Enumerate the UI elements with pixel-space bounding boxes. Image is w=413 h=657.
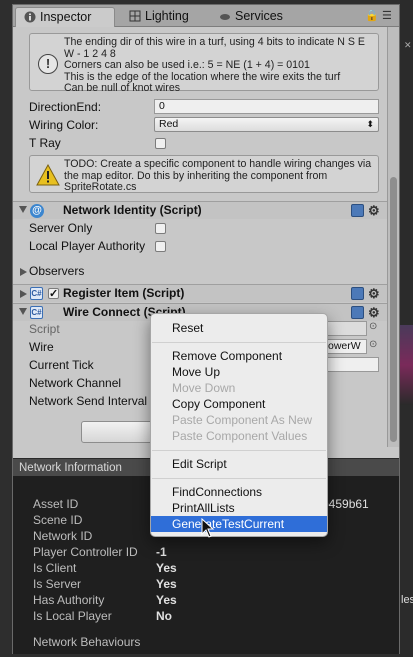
tab-services[interactable]: Services [211, 7, 291, 27]
menu-item-reset[interactable]: Reset [151, 320, 327, 336]
network-identity-header[interactable]: @ Network Identity (Script) ⚙ [13, 201, 387, 219]
help-book-icon[interactable] [351, 287, 364, 300]
list-icon[interactable]: ☰ [382, 9, 392, 22]
todo-text: TODO: Create a specific component to han… [64, 158, 372, 194]
menu-item-find-connections[interactable]: FindConnections [151, 484, 327, 500]
object-picker-icon[interactable]: ⊙ [369, 321, 377, 332]
foldout-arrow-icon[interactable] [20, 290, 27, 298]
tab-label: Services [235, 9, 283, 23]
tray-checkbox[interactable] [155, 138, 166, 149]
network-channel-label: Network Channel [29, 376, 122, 390]
grid-icon [129, 10, 141, 22]
script-field [323, 321, 367, 336]
menu-item-paste-as-new: Paste Component As New [172, 413, 313, 427]
menu-item-move-down: Move Down [172, 381, 236, 395]
foldout-arrow-icon[interactable] [19, 206, 27, 213]
script-icon: C# [30, 287, 43, 300]
menu-item-remove-component[interactable]: Remove Component [151, 348, 327, 364]
script-icon: C# [30, 306, 43, 319]
is-client-value: Yes [156, 561, 177, 575]
menu-item-generate-test-current[interactable]: GenerateTestCurrent [151, 516, 327, 532]
network-identity-icon: @ [30, 204, 44, 218]
is-local-player-label: Is Local Player [33, 609, 112, 623]
component-title: Network Identity (Script) [63, 203, 202, 217]
menu-separator [152, 478, 326, 479]
server-only-label: Server Only [29, 221, 93, 235]
player-controller-id-value: -1 [156, 545, 167, 559]
is-client-label: Is Client [33, 561, 77, 575]
player-controller-id-label: Player Controller ID [33, 545, 138, 559]
is-local-player-value: No [156, 609, 172, 623]
help-box: ! The ending dir of this wire in a turf,… [29, 33, 379, 94]
menu-item-edit-script[interactable]: Edit Script [151, 456, 327, 472]
direction-end-label: DirectionEnd: [29, 100, 102, 114]
tab-bar: Inspector Lighting Services 🔒 ☰ [13, 5, 399, 27]
has-authority-value: Yes [156, 593, 177, 607]
local-player-authority-checkbox[interactable] [155, 241, 166, 252]
has-authority-label: Has Authority [33, 593, 105, 607]
register-item-header[interactable]: C# Register Item (Script) ⚙ [13, 284, 387, 303]
help-book-icon[interactable] [351, 204, 364, 217]
gear-icon[interactable]: ⚙ [368, 304, 380, 321]
mouse-cursor-icon [201, 518, 215, 538]
vertical-scrollbar[interactable] [387, 27, 399, 447]
is-server-value: Yes [156, 577, 177, 591]
wiring-color-value: Red [159, 118, 179, 130]
network-send-interval-label: Network Send Interval [29, 394, 148, 408]
tab-lighting[interactable]: Lighting [121, 7, 213, 27]
wiring-color-dropdown[interactable]: Red ⬍ [154, 117, 379, 132]
help-book-icon[interactable] [351, 306, 364, 319]
info-circle-icon [24, 11, 36, 23]
foldout-arrow-icon[interactable] [19, 308, 27, 315]
tray-label: T Ray [29, 136, 61, 150]
menu-item-move-up[interactable]: Move Up [151, 364, 327, 380]
editor-frame: ✕ les Inspector Lighting Services 🔒 ☰ ! … [0, 0, 413, 657]
lock-icon[interactable]: 🔒 [365, 9, 379, 22]
tab-label: Inspector [40, 10, 92, 24]
todo-help-box: TODO: Create a specific component to han… [29, 155, 379, 193]
asset-id-value: b459b61 [322, 497, 369, 511]
server-only-checkbox[interactable] [155, 223, 166, 234]
menu-separator [152, 342, 326, 343]
menu-item-print-all-lists[interactable]: PrintAllLists [151, 500, 327, 516]
wire-field[interactable]: owerW [323, 339, 367, 354]
register-item-enabled-checkbox[interactable] [48, 286, 59, 303]
menu-separator [152, 450, 326, 451]
menu-item-copy-component[interactable]: Copy Component [151, 396, 327, 412]
scrollbar-thumb[interactable] [390, 177, 397, 442]
gear-icon[interactable]: ⚙ [368, 202, 380, 219]
gear-icon[interactable]: ⚙ [368, 285, 380, 302]
script-label: Script [29, 322, 60, 336]
network-behaviours-label: Network Behaviours [33, 635, 141, 649]
object-picker-icon[interactable]: ⊙ [369, 339, 377, 350]
local-player-authority-label: Local Player Authority [29, 239, 146, 253]
menu-item-paste-values: Paste Component Values [172, 429, 308, 443]
current-tick-label: Current Tick [29, 358, 94, 372]
tab-label: Lighting [145, 9, 189, 23]
scene-preview-edge [400, 325, 413, 405]
foldout-arrow-icon[interactable] [20, 268, 27, 276]
updown-arrow-icon: ⬍ [366, 119, 374, 129]
scene-id-label: Scene ID [33, 513, 83, 527]
is-server-label: Is Server [33, 577, 82, 591]
component-context-menu: Reset Remove Component Move Up Move Down… [150, 313, 328, 537]
wiring-color-label: Wiring Color: [29, 118, 99, 132]
warning-icon [36, 164, 60, 186]
info-icon: ! [38, 54, 58, 74]
current-tick-field[interactable] [323, 357, 379, 372]
observers-label: Observers [29, 264, 85, 278]
close-icon[interactable]: ✕ [404, 40, 412, 51]
cloud-icon [220, 14, 230, 20]
asset-id-label: Asset ID [33, 497, 79, 511]
edge-text: les [401, 594, 413, 606]
direction-end-field[interactable]: 0 [154, 99, 379, 114]
help-text: The ending dir of this wire in a turf, u… [64, 36, 365, 95]
network-id-label: Network ID [33, 529, 93, 543]
tab-inspector[interactable]: Inspector [15, 7, 115, 27]
component-title: Register Item (Script) [63, 286, 185, 300]
wire-label: Wire [29, 340, 54, 354]
